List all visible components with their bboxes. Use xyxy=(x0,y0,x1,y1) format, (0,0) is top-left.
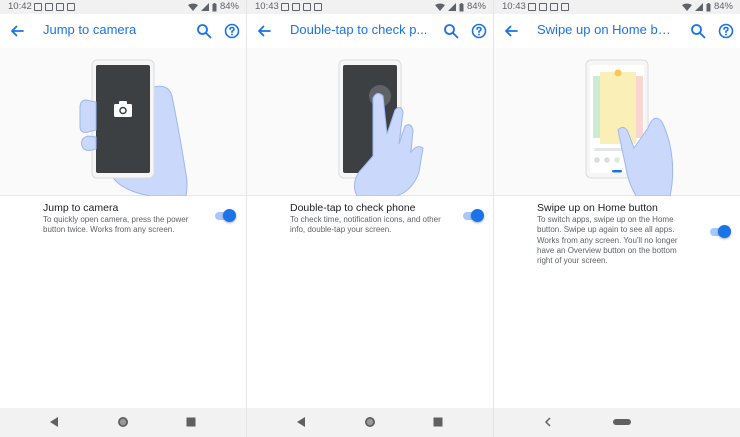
setting-description: To check time, notification icons, and o… xyxy=(290,215,441,235)
notification-icon xyxy=(45,3,53,11)
status-bar: 10:43 84% xyxy=(247,0,493,14)
phone-illustration xyxy=(79,59,188,196)
toggle-thumb xyxy=(718,225,731,238)
nav-overview-icon xyxy=(433,417,443,427)
illustration-double-tap-gesture xyxy=(247,48,493,196)
setting-title: Jump to camera xyxy=(43,202,119,214)
nav-back-chevron-icon xyxy=(544,417,551,427)
status-right: 84% xyxy=(434,0,486,14)
battery-icon xyxy=(706,2,711,11)
notification-icons xyxy=(281,3,322,11)
status-bar: 10:42 84% xyxy=(0,0,246,14)
page-title: Swipe up on Home butt... xyxy=(537,22,677,37)
notification-icon xyxy=(528,3,536,11)
arrow-back-icon[interactable] xyxy=(503,23,519,39)
notification-icon xyxy=(303,3,311,11)
home-pill-icon xyxy=(613,419,631,425)
help-circle-icon[interactable] xyxy=(224,23,240,39)
notification-icon xyxy=(67,3,75,11)
wifi-icon xyxy=(434,3,445,11)
screen-jump-to-camera: 10:42 84% Jump to camera Jump to camera … xyxy=(0,0,246,437)
setting-title: Double-tap to check phone xyxy=(290,202,416,214)
status-right: 84% xyxy=(681,0,733,14)
battery-icon xyxy=(212,2,217,11)
nav-overview-button[interactable] xyxy=(423,408,453,437)
nav-home-icon xyxy=(118,417,128,427)
toggle-thumb xyxy=(471,209,484,222)
search-icon[interactable] xyxy=(443,23,459,39)
cell-signal-icon xyxy=(447,3,456,11)
notification-icon xyxy=(292,3,300,11)
toggle-switch[interactable] xyxy=(463,209,484,223)
notification-icon xyxy=(539,3,547,11)
cell-signal-icon xyxy=(200,3,209,11)
app-bar: Jump to camera xyxy=(0,14,246,48)
nav-overview-button[interactable] xyxy=(176,408,206,437)
app-bar: Swipe up on Home butt... xyxy=(494,14,740,48)
battery-percent: 84% xyxy=(466,1,486,12)
notification-icon xyxy=(314,3,322,11)
screen-double-tap: 10:43 84% Double-tap to check p... Doubl… xyxy=(247,0,493,437)
setting-description: To quickly open camera, press the power … xyxy=(43,215,189,235)
nav-back-button[interactable] xyxy=(533,408,563,437)
notification-icon xyxy=(561,3,569,11)
status-time: 10:43 xyxy=(502,1,526,12)
toggle-switch[interactable] xyxy=(710,225,731,239)
wifi-icon xyxy=(187,3,198,11)
status-time: 10:42 xyxy=(8,1,32,12)
search-icon[interactable] xyxy=(690,23,706,39)
nav-home-icon xyxy=(365,417,375,427)
setting-title: Swipe up on Home button xyxy=(537,202,658,214)
nav-back-icon xyxy=(297,417,305,427)
navigation-bar xyxy=(0,408,246,437)
status-bar: 10:43 84% xyxy=(494,0,740,14)
cell-signal-icon xyxy=(694,3,703,11)
navigation-bar xyxy=(494,408,740,437)
status-right: 84% xyxy=(187,0,239,14)
phone-illustration xyxy=(338,59,424,196)
nav-home-pill-button[interactable] xyxy=(604,408,640,437)
illustration-camera-gesture xyxy=(0,48,246,196)
arrow-back-icon[interactable] xyxy=(9,23,25,39)
notification-icons xyxy=(34,3,75,11)
toggle-thumb xyxy=(223,209,236,222)
toggle-switch[interactable] xyxy=(215,209,236,223)
notification-icons xyxy=(528,3,569,11)
page-title: Jump to camera xyxy=(43,22,137,37)
page-title: Double-tap to check p... xyxy=(290,22,428,37)
nav-back-icon xyxy=(50,417,58,427)
battery-icon xyxy=(459,2,464,11)
phone-illustration xyxy=(585,59,674,196)
notification-icon xyxy=(34,3,42,11)
nav-back-button[interactable] xyxy=(39,408,69,437)
arrow-back-icon[interactable] xyxy=(256,23,272,39)
status-time: 10:43 xyxy=(255,1,279,12)
nav-home-button[interactable] xyxy=(108,408,138,437)
nav-overview-icon xyxy=(186,417,196,427)
notification-icon xyxy=(550,3,558,11)
screen-swipe-up-home: 10:43 84% Swipe up on Home butt... Swipe… xyxy=(494,0,740,437)
search-icon[interactable] xyxy=(196,23,212,39)
battery-percent: 84% xyxy=(219,1,239,12)
nav-home-button[interactable] xyxy=(355,408,385,437)
navigation-bar xyxy=(247,408,493,437)
setting-description: To switch apps, swipe up on the Home but… xyxy=(537,215,678,266)
notification-icon xyxy=(281,3,289,11)
wifi-icon xyxy=(681,3,692,11)
help-circle-icon[interactable] xyxy=(471,23,487,39)
notification-icon xyxy=(56,3,64,11)
battery-percent: 84% xyxy=(713,1,733,12)
nav-back-button[interactable] xyxy=(286,408,316,437)
app-bar: Double-tap to check p... xyxy=(247,14,493,48)
help-circle-icon[interactable] xyxy=(718,23,734,39)
illustration-swipe-up-gesture xyxy=(494,48,740,196)
